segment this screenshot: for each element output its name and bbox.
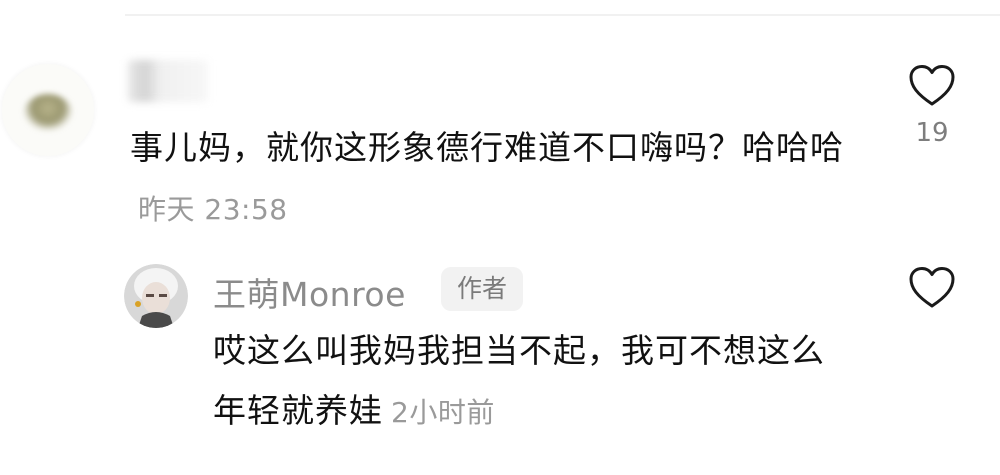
heart-icon[interactable] (908, 266, 956, 310)
comment-text: 事儿妈，就你这形象德行难道不口嗨吗？哈哈哈 (130, 128, 844, 167)
reply-time: 2小时前 (391, 396, 495, 429)
heart-icon[interactable] (908, 64, 956, 108)
reply-text: 哎这么叫我妈我担当不起，我可不想这么年轻就养娃 (213, 331, 825, 430)
reply-author-avatar[interactable] (124, 264, 188, 328)
reply-body[interactable]: 哎这么叫我妈我担当不起，我可不想这么年轻就养娃 2小时前 (213, 321, 853, 443)
like-count: 19 (915, 118, 949, 148)
comment-body[interactable]: 事儿妈，就你这形象德行难道不口嗨吗？哈哈哈昨天 23:58 (130, 118, 865, 240)
commenter-name-blurred[interactable] (128, 60, 208, 102)
comment-like[interactable]: 19 (902, 64, 962, 148)
author-badge: 作者 (441, 267, 523, 311)
comment-time: 昨天 23:58 (138, 193, 288, 226)
top-divider (125, 14, 1000, 16)
reply-like[interactable] (902, 266, 962, 310)
commenter-avatar[interactable] (2, 64, 94, 156)
reply-author-name[interactable]: 王萌Monroe (213, 268, 406, 316)
